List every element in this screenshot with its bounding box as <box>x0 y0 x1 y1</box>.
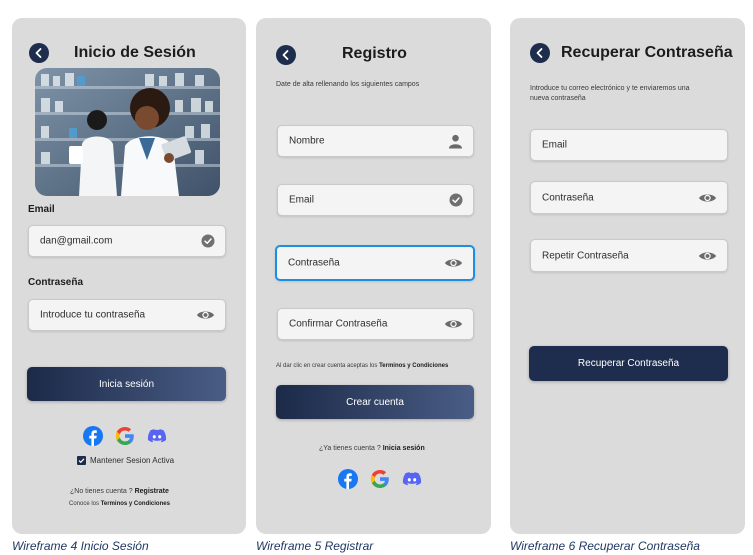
register-screen: Registro Date de alta rellenando los sig… <box>256 18 491 534</box>
check-circle-icon <box>201 234 215 248</box>
eye-icon[interactable] <box>444 317 463 331</box>
repeat-password-placeholder: Repetir Contraseña <box>542 250 629 261</box>
email-field[interactable]: dan@gmail.com <box>28 225 226 257</box>
recover-subtitle-line1: Introduce tu correo electrónico y te env… <box>530 85 690 92</box>
email-placeholder: Email <box>289 194 315 206</box>
page-title: Registro <box>342 45 407 62</box>
remember-label: Mantener Sesion Activa <box>90 456 175 465</box>
back-arrow-icon <box>33 47 45 59</box>
eye-icon[interactable] <box>698 249 717 263</box>
google-icon[interactable] <box>370 469 390 489</box>
pharmacy-photo <box>35 68 220 196</box>
facebook-icon[interactable] <box>83 426 103 446</box>
have-account-text: ¿Ya tienes cuenta ? <box>319 445 381 452</box>
discord-icon[interactable] <box>402 469 422 489</box>
register-prompt: ¿No tienes cuenta ? Registrate <box>70 488 169 495</box>
terms-line: Al dar clic en crear cuenta aceptas los … <box>276 363 448 369</box>
password-placeholder: Contraseña <box>288 257 340 269</box>
back-button[interactable] <box>276 45 296 65</box>
email-field[interactable]: Email <box>530 129 728 161</box>
page-title: Inicio de Sesión <box>74 44 196 61</box>
create-account-button[interactable]: Crear cuenta <box>276 385 474 419</box>
recover-screen: Recuperar Contraseña Introduce tu correo… <box>510 18 745 534</box>
back-button[interactable] <box>530 43 550 63</box>
caption-recover: Wireframe 6 Recuperar Contraseña <box>510 539 700 553</box>
email-field[interactable]: Email <box>277 184 474 216</box>
checkbox-icon[interactable] <box>77 456 86 465</box>
password-field[interactable]: Introduce tu contraseña <box>28 299 226 331</box>
password-field[interactable]: Contraseña <box>530 181 728 214</box>
email-placeholder: Email <box>542 139 568 151</box>
password-label: Contraseña <box>28 277 84 288</box>
terms-line: Conoce los Terminos y Condiciones <box>69 501 170 507</box>
eye-icon[interactable] <box>698 191 717 205</box>
check-circle-icon <box>449 193 463 207</box>
no-account-text: ¿No tienes cuenta ? <box>70 488 133 495</box>
terms-link[interactable]: Terminos y Condiciones <box>101 501 170 507</box>
facebook-icon[interactable] <box>338 469 358 489</box>
login-button[interactable]: Inicia sesión <box>27 367 226 401</box>
user-icon <box>448 134 463 149</box>
name-placeholder: Nombre <box>289 135 325 147</box>
terms-prefix: Conoce los <box>69 501 100 507</box>
email-value: dan@gmail.com <box>40 235 113 247</box>
recover-subtitle-line2: nueva contraseña <box>530 95 586 102</box>
back-arrow-icon <box>534 47 546 59</box>
social-login <box>338 469 422 489</box>
terms-link[interactable]: Terminos y Condiciones <box>379 363 448 369</box>
caption-register: Wireframe 5 Registrar <box>256 539 374 553</box>
recover-password-button[interactable]: Recuperar Contraseña <box>529 346 728 381</box>
social-login <box>83 426 167 446</box>
login-link[interactable]: Inicia sesión <box>383 445 425 452</box>
confirm-password-field[interactable]: Confirmar Contraseña <box>277 308 474 340</box>
login-prompt: ¿Ya tienes cuenta ? Inicia sesión <box>319 445 425 452</box>
eye-icon[interactable] <box>196 308 215 322</box>
eye-icon[interactable] <box>444 256 463 270</box>
discord-icon[interactable] <box>147 426 167 446</box>
login-screen: Inicio de Sesión Email dan@gmail.com Con… <box>12 18 246 534</box>
back-button[interactable] <box>29 43 49 63</box>
repeat-password-field[interactable]: Repetir Contraseña <box>530 239 728 272</box>
confirm-password-placeholder: Confirmar Contraseña <box>289 318 388 330</box>
register-link[interactable]: Registrate <box>135 488 169 495</box>
password-placeholder: Contraseña <box>542 192 594 203</box>
page-title: Recuperar Contraseña <box>561 44 733 61</box>
name-field[interactable]: Nombre <box>277 125 474 157</box>
register-subtitle: Date de alta rellenando los siguientes c… <box>276 81 420 88</box>
password-placeholder: Introduce tu contraseña <box>40 309 146 321</box>
password-field[interactable]: Contraseña <box>275 245 475 281</box>
terms-prefix: Al dar clic en crear cuenta aceptas los <box>276 363 378 369</box>
back-arrow-icon <box>280 49 292 61</box>
remember-session[interactable]: Mantener Sesion Activa <box>77 456 174 465</box>
google-icon[interactable] <box>115 426 135 446</box>
caption-login: Wireframe 4 Inicio Sesión <box>12 539 149 553</box>
email-label: Email <box>28 204 55 215</box>
